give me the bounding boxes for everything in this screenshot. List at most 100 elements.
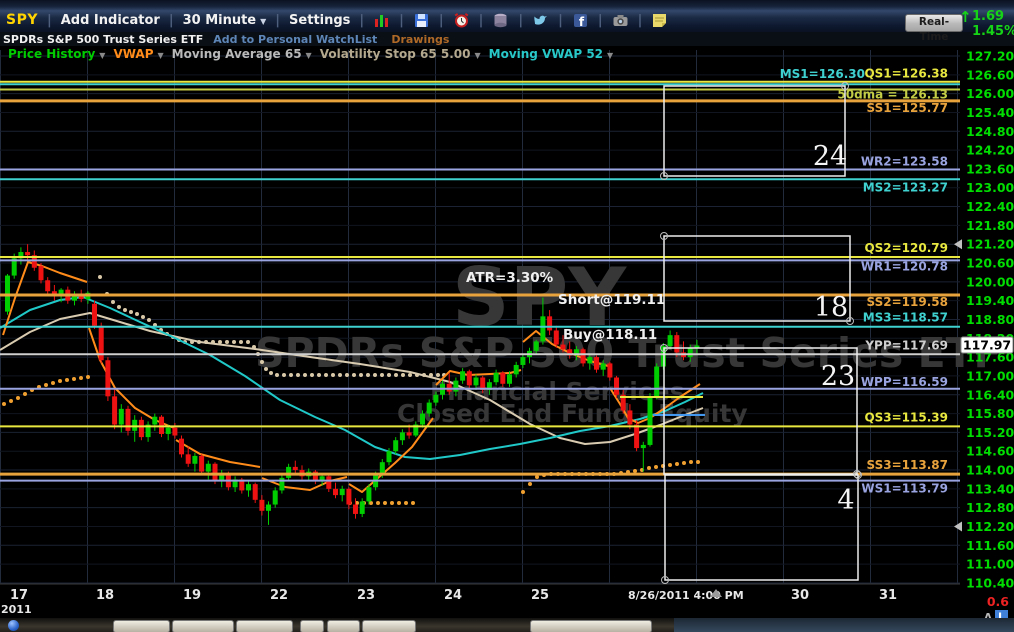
price-axis-label: 126.60 — [966, 67, 1014, 82]
candle-body — [199, 456, 204, 472]
bar-chart-icon[interactable] — [373, 12, 390, 29]
trade-annotation: Buy@118.11 — [563, 327, 657, 343]
volatility-stop-dot — [383, 501, 387, 505]
indicator-dropdown[interactable]: Price History▼ — [8, 47, 105, 61]
indicator-legend: Price History▼ VWAP▼ Moving Average 65▼ Vol… — [0, 46, 700, 62]
facebook-icon[interactable]: f — [572, 12, 589, 29]
candle-body — [627, 410, 632, 424]
pivot-label: WPP=116.59 — [861, 375, 948, 389]
price-chart[interactable]: SPYSPDRs S&P 500 Trust Series ETFFinanci… — [0, 0, 1014, 632]
price-axis-label: 120.00 — [966, 274, 1014, 289]
drawing-label: 4 — [837, 485, 854, 516]
volatility-stop-dot — [232, 340, 236, 344]
database-icon[interactable] — [492, 12, 509, 29]
separator: | — [439, 13, 444, 28]
twitter-icon[interactable] — [532, 12, 549, 29]
taskbar-button[interactable] — [362, 620, 416, 632]
volatility-stop-dot — [296, 373, 300, 377]
candle-body — [668, 335, 673, 346]
volatility-stop-dot — [117, 305, 121, 309]
volatility-stop-dot — [16, 396, 20, 400]
toolbar: SPY | Add Indicator | 30 Minute▼ | Setti… — [0, 0, 1014, 33]
candle-body — [587, 357, 592, 363]
taskbar-button[interactable] — [113, 620, 170, 632]
volatility-stop-dot — [387, 373, 391, 377]
candle-body — [433, 395, 438, 403]
taskbar-button[interactable] — [172, 620, 234, 632]
candle-body — [213, 464, 218, 481]
price-axis-label: 117.00 — [966, 368, 1014, 383]
note-icon[interactable] — [651, 12, 668, 29]
volatility-stop-dot — [123, 308, 127, 312]
svg-text:f: f — [579, 15, 585, 29]
candle-body — [273, 490, 278, 504]
volatility-stop-dot — [682, 461, 686, 465]
drawings-link[interactable]: Drawings — [391, 33, 449, 46]
camera-icon[interactable] — [612, 12, 629, 29]
volatility-stop-dot — [269, 371, 273, 375]
volatility-stop-dot — [338, 373, 342, 377]
volatility-stop-dot — [376, 501, 380, 505]
separator: | — [638, 13, 643, 28]
candle-body — [172, 428, 177, 436]
volatility-stop-dot — [260, 360, 264, 364]
pivot-label: YPP=117.69 — [864, 338, 948, 352]
taskbar-button[interactable] — [530, 620, 652, 632]
candle-body — [520, 357, 525, 365]
indicator-dropdown[interactable]: VWAP▼ — [113, 47, 163, 61]
candle-body — [460, 371, 465, 380]
volatility-stop-dot — [303, 373, 307, 377]
taskbar — [0, 618, 1014, 632]
drawing-label: 23 — [821, 361, 855, 392]
candle-body — [45, 280, 50, 291]
chevron-down-icon: ▼ — [260, 17, 266, 26]
price-axis-label: 110.40 — [966, 575, 1014, 590]
taskbar-tray — [674, 618, 1014, 632]
volatility-stop-dot — [79, 376, 83, 380]
candle-body — [514, 365, 519, 374]
add-indicator-button[interactable]: Add Indicator — [61, 13, 160, 28]
date-axis-label: 22 — [270, 588, 288, 603]
volatility-stop-dot — [135, 312, 139, 316]
price-axis-label: 114.00 — [966, 463, 1014, 478]
realtime-badge[interactable]: Real-Time — [905, 14, 963, 32]
candle-body — [192, 456, 197, 464]
volatility-stop-dot — [324, 373, 328, 377]
candle-body — [474, 378, 479, 386]
start-orb-icon[interactable] — [8, 620, 19, 631]
pivot-label: SS1=125.77 — [867, 101, 948, 115]
candle-body — [126, 409, 131, 431]
settings-button[interactable]: Settings — [289, 13, 350, 28]
period-dropdown[interactable]: 30 Minute▼ — [183, 13, 267, 28]
volatility-stop-dot — [282, 373, 286, 377]
chevron-down-icon: ▼ — [158, 51, 164, 60]
indicator-dropdown[interactable]: Volatility Stop 65 5.00▼ — [320, 47, 481, 61]
symbol-box[interactable]: SPY — [6, 12, 38, 28]
add-to-watchlist-link[interactable]: Add to Personal WatchList — [213, 33, 377, 46]
pivot-label: QS3=115.39 — [864, 410, 948, 424]
candle-body — [340, 489, 345, 495]
volatility-stop-dot — [98, 275, 102, 279]
date-axis-label: 23 — [357, 588, 375, 603]
taskbar-button[interactable] — [327, 620, 360, 632]
taskbar-button[interactable] — [236, 620, 293, 632]
volatility-stop-dot — [521, 490, 525, 494]
candle-body — [581, 349, 586, 363]
volatility-stop-dot — [2, 402, 6, 406]
candle-body — [641, 445, 646, 448]
candle-body — [500, 373, 505, 384]
save-icon[interactable] — [413, 12, 430, 29]
current-price-value: 117.97 — [963, 338, 1011, 353]
candle-body — [547, 316, 552, 330]
watermark-text: Closed End Fund - Equity — [397, 399, 748, 428]
volatility-stop-dot — [397, 501, 401, 505]
candle-body — [447, 384, 452, 392]
taskbar-button[interactable] — [300, 620, 324, 632]
trade-annotation: ATR=3.30% — [466, 270, 554, 286]
candle-body — [159, 417, 164, 434]
chevron-down-icon: ▼ — [306, 51, 312, 60]
indicator-dropdown[interactable]: Moving Average 65▼ — [172, 47, 312, 61]
indicator-dropdown[interactable]: Moving VWAP 52▼ — [489, 47, 614, 61]
alarm-icon[interactable] — [453, 12, 470, 29]
pivot-label: SS3=113.87 — [867, 458, 948, 472]
